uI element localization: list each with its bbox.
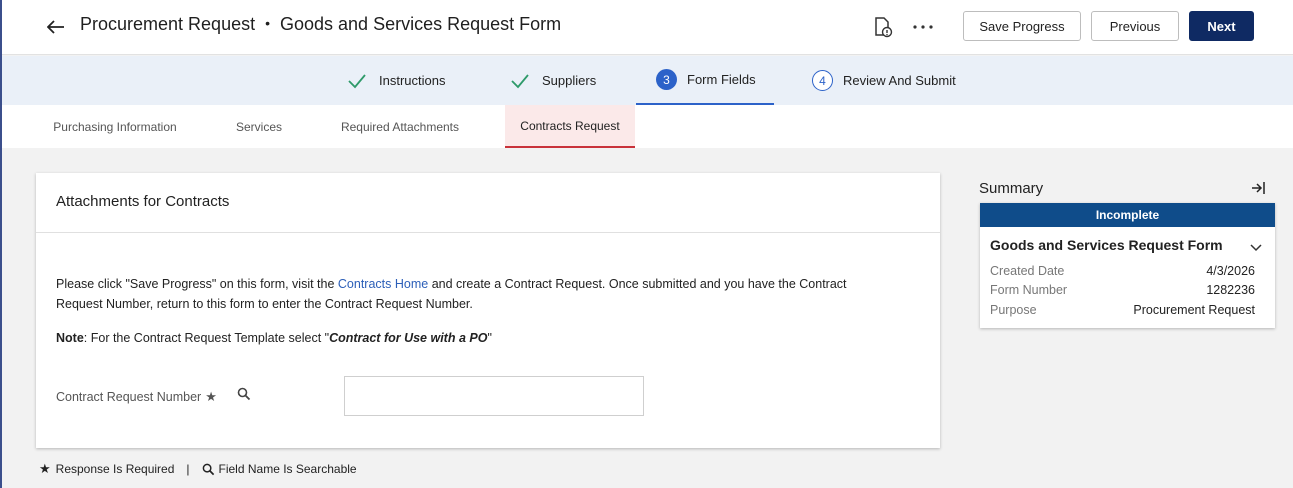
summary-key: Purpose xyxy=(990,303,1037,317)
note-text: Note: For the Contract Request Template … xyxy=(56,331,492,345)
required-star-icon: ★ xyxy=(39,461,51,476)
legend-searchable: Field Name Is Searchable xyxy=(218,462,357,476)
step-label: Suppliers xyxy=(542,73,597,88)
document-info-icon[interactable] xyxy=(870,14,896,40)
step-number: 3 xyxy=(656,69,677,90)
summary-value: 4/3/2026 xyxy=(1206,264,1255,278)
summary-key: Created Date xyxy=(990,264,1065,278)
summary-value: Procurement Request xyxy=(1133,303,1255,317)
summary-key: Form Number xyxy=(990,283,1068,297)
step-review-submit[interactable]: 4 Review And Submit xyxy=(812,56,956,105)
step-instructions[interactable]: Instructions xyxy=(347,56,445,105)
search-icon xyxy=(202,463,214,475)
tab-required-attachments[interactable]: Required Attachments xyxy=(328,105,472,148)
title-sub: Goods and Services Request Form xyxy=(280,14,562,34)
contracts-home-link[interactable]: Contracts Home xyxy=(338,277,428,291)
check-icon xyxy=(511,73,529,88)
check-icon xyxy=(348,73,366,88)
card-title: Attachments for Contracts xyxy=(56,193,230,210)
required-star-icon: ★ xyxy=(205,389,217,404)
note-emphasis: Contract for Use with a PO xyxy=(329,331,488,345)
status-badge: Incomplete xyxy=(980,203,1275,227)
step-number: 4 xyxy=(812,70,833,91)
instructions-text: Please click "Save Progress" on this for… xyxy=(56,274,896,314)
back-arrow-icon[interactable] xyxy=(42,13,70,41)
field-legend: ★ Response Is Required | Field Name Is S… xyxy=(39,461,357,477)
progress-stepper: Instructions Suppliers 3 Form Fields 4 R… xyxy=(2,56,1293,105)
summary-form-name: Goods and Services Request Form xyxy=(990,237,1223,253)
legend-separator: | xyxy=(186,462,190,476)
tab-contracts-request[interactable]: Contracts Request xyxy=(505,105,635,148)
title-main: Procurement Request xyxy=(80,14,256,34)
note-end: " xyxy=(487,331,492,345)
search-icon[interactable] xyxy=(237,387,251,406)
save-progress-button[interactable]: Save Progress xyxy=(963,11,1081,41)
tab-services[interactable]: Services xyxy=(222,105,296,148)
field-label-text: Contract Request Number xyxy=(56,390,202,404)
next-button[interactable]: Next xyxy=(1189,11,1254,41)
note-body: : For the Contract Request Template sele… xyxy=(83,331,330,345)
step-form-fields[interactable]: 3 Form Fields xyxy=(656,55,756,104)
note-label: Note xyxy=(56,331,84,345)
attachments-card: Attachments for Contracts Please click "… xyxy=(36,173,940,448)
step-suppliers[interactable]: Suppliers xyxy=(510,56,596,105)
legend-required: Response Is Required xyxy=(55,462,175,476)
section-tabs: Purchasing Information Services Required… xyxy=(2,105,1293,148)
summary-row: Form Number 1282236 xyxy=(990,283,1255,297)
contract-number-label: Contract Request Number ★ xyxy=(56,389,217,405)
page-title: Procurement Request • Goods and Services R… xyxy=(80,14,561,35)
step-label: Review And Submit xyxy=(843,73,956,88)
more-dots-icon[interactable] xyxy=(910,14,936,40)
step-label: Instructions xyxy=(379,73,446,88)
contract-number-input[interactable] xyxy=(344,376,644,416)
summary-card: Incomplete Goods and Services Request Fo… xyxy=(980,203,1275,328)
card-divider xyxy=(36,232,940,233)
collapse-panel-icon[interactable] xyxy=(1250,180,1266,201)
page-header: Procurement Request • Goods and Services R… xyxy=(2,0,1293,55)
title-separator: • xyxy=(265,15,270,31)
chevron-down-icon[interactable] xyxy=(1250,239,1262,257)
tab-purchasing-information[interactable]: Purchasing Information xyxy=(40,105,190,148)
summary-title: Summary xyxy=(979,180,1044,197)
para-before: Please click "Save Progress" on this for… xyxy=(56,277,338,291)
summary-value: 1282236 xyxy=(1206,283,1255,297)
summary-row: Created Date 4/3/2026 xyxy=(990,264,1255,278)
previous-button[interactable]: Previous xyxy=(1091,11,1179,41)
summary-row: Purpose Procurement Request xyxy=(990,303,1255,317)
step-label: Form Fields xyxy=(687,72,756,87)
